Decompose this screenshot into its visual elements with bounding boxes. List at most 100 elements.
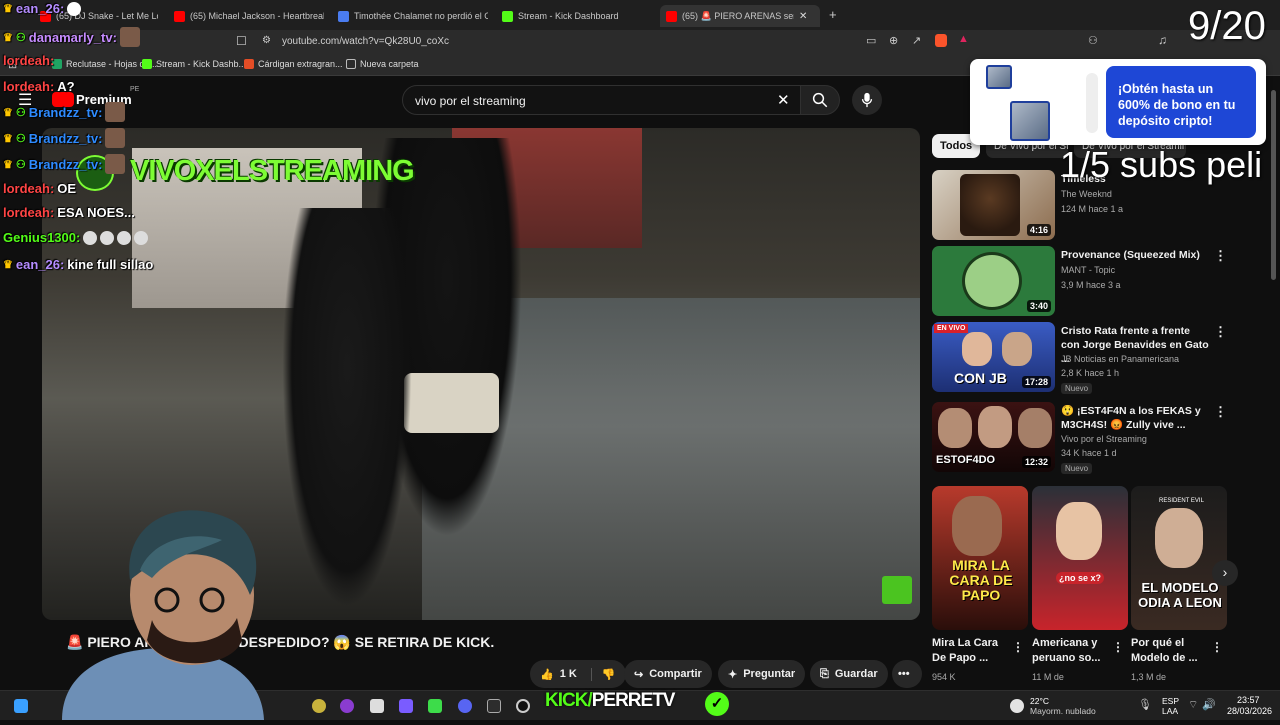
thumbnail[interactable]: 4:16: [932, 170, 1055, 240]
more-options-icon[interactable]: ⋮: [1012, 640, 1024, 654]
rec-meta: 124 M hace 1 a: [1061, 204, 1124, 214]
share-button[interactable]: ↪ Compartir: [624, 660, 712, 688]
rec-channel[interactable]: JB Noticias en Panamericana: [1061, 354, 1179, 364]
short-overlay-text: MIRA LA CARA DE PAPO: [949, 557, 1013, 603]
thumbs-down-icon[interactable]: 👎: [590, 667, 616, 681]
clear-search-icon[interactable]: ✕: [777, 91, 790, 109]
ask-button[interactable]: ✦ Preguntar: [718, 660, 806, 688]
rec-channel[interactable]: Vivo por el Streaming: [1061, 434, 1147, 444]
bookmark-label: Nueva carpeta: [360, 59, 419, 69]
rec-channel[interactable]: The Weeknd: [1061, 189, 1112, 199]
short-game-logo: RESIDENT EVIL: [1159, 498, 1204, 504]
voice-search-button[interactable]: [852, 85, 882, 115]
short-thumbnail[interactable]: RESIDENT EVIL EL MODELO ODIA A LEON: [1131, 486, 1227, 630]
mic-tray-icon[interactable]: 🎙: [1138, 698, 1152, 711]
obs-icon[interactable]: [516, 699, 530, 713]
brave-shield-icon[interactable]: [935, 34, 947, 47]
app-icon[interactable]: [312, 699, 326, 713]
short-thumbnail[interactable]: MIRA LA CARA DE PAPO: [932, 486, 1028, 630]
bookmark-icon[interactable]: ☐: [236, 34, 247, 48]
browser-tab-active[interactable]: (65) 🚨 PIERO ARENAS será ¿DE... ✕: [660, 5, 820, 27]
new-tab-button[interactable]: +: [829, 7, 837, 22]
short-overlay-text: EL MODELO ODIA A LEON: [1138, 580, 1222, 610]
more-options-icon[interactable]: ⋮: [1214, 404, 1227, 420]
scrollbar[interactable]: [1271, 90, 1276, 280]
site-info-icon[interactable]: ⚙: [262, 35, 271, 46]
rec-title[interactable]: Provenance (Squeezed Mix): [1061, 248, 1211, 262]
shorts-next-button[interactable]: ›: [1212, 560, 1238, 586]
short-item[interactable]: RESIDENT EVIL EL MODELO ODIA A LEON Por …: [1131, 486, 1227, 682]
app-icon[interactable]: [399, 699, 413, 713]
recommendation-item[interactable]: 3:40 Provenance (Squeezed Mix) MANT - To…: [932, 246, 1232, 318]
thumbnail[interactable]: EN VIVO CON JB 17:28: [932, 322, 1055, 392]
weather-icon: [1010, 699, 1024, 713]
share-label: Compartir: [649, 668, 702, 680]
more-actions-button[interactable]: •••: [892, 660, 922, 688]
short-title[interactable]: Mira La Cara De Papo ...: [932, 636, 1012, 666]
app-icon[interactable]: [370, 699, 384, 713]
windows-start-icon[interactable]: [14, 699, 28, 713]
rec-meta: 34 K hace 1 d: [1061, 448, 1117, 458]
chat-line: ♛ ⚇ Brandzz_tv:: [3, 128, 126, 148]
short-thumbnail[interactable]: ¿no se x?: [1032, 486, 1128, 630]
verified-check-icon: ✓: [705, 692, 729, 716]
emote-icon: [119, 27, 140, 47]
more-options-icon[interactable]: ⋮: [1214, 248, 1227, 264]
browser-tab[interactable]: Stream - Kick Dashboard: [502, 5, 652, 27]
chat-username: lordeah:: [3, 53, 55, 68]
rewards-icon[interactable]: ▲: [958, 33, 969, 45]
emote-icon: [83, 230, 98, 245]
crown-icon: ♛: [3, 158, 13, 171]
rec-meta: 2,8 K hace 1 h: [1061, 368, 1120, 378]
more-options-icon[interactable]: ⋮: [1112, 640, 1124, 654]
weather-temp: 22°C: [1030, 696, 1049, 706]
more-options-icon[interactable]: ⋮: [1214, 324, 1227, 340]
like-button[interactable]: 👍 1 K 👎: [530, 660, 626, 688]
bookmark-item[interactable]: Cárdigan extragran...: [244, 59, 343, 69]
chat-username: Genius1300:: [3, 230, 81, 245]
chat-username: lordeah:: [3, 181, 55, 196]
browser-tab[interactable]: Timothée Chalamet no perdió el Osc...: [338, 5, 488, 27]
recommendation-item[interactable]: ESTOF4DO 12:32 😲 ¡EST4F4N a los FEKAS y …: [932, 402, 1232, 474]
more-options-icon[interactable]: ⋮: [1211, 640, 1223, 654]
app-icon[interactable]: [487, 699, 501, 713]
wifi-icon[interactable]: ⌔: [1188, 698, 1198, 712]
chat-line: lordeah: ESA NOES...: [3, 205, 135, 220]
short-views: 954 K: [932, 672, 956, 682]
clock-time[interactable]: 23:57: [1237, 695, 1260, 705]
ask-label: Preguntar: [743, 668, 796, 680]
thumbnail[interactable]: ESTOF4DO 12:32: [932, 402, 1055, 472]
short-item[interactable]: MIRA LA CARA DE PAPO Mira La Cara De Pap…: [932, 486, 1028, 682]
search-query: vivo por el streaming: [415, 94, 526, 108]
search-button[interactable]: [800, 85, 840, 115]
url-field[interactable]: youtube.com/watch?v=Qk28U0_coXc: [282, 36, 449, 47]
zoom-icon[interactable]: ⊕: [889, 34, 898, 47]
close-tab-icon[interactable]: ✕: [799, 11, 807, 22]
chat-username: Brandzz_tv:: [28, 156, 103, 172]
rec-channel[interactable]: MANT - Topic: [1061, 265, 1115, 275]
screen-icon[interactable]: ▭: [866, 34, 876, 47]
media-icon[interactable]: ♫: [1158, 33, 1167, 47]
search-input[interactable]: vivo por el streaming ✕: [402, 85, 802, 115]
input-layout[interactable]: LAA: [1162, 706, 1178, 716]
share-icon[interactable]: ↗: [912, 34, 921, 47]
short-title[interactable]: Por qué el Modelo de ...: [1131, 636, 1211, 666]
app-icon[interactable]: [428, 699, 442, 713]
clock-date[interactable]: 28/03/2026: [1227, 706, 1272, 716]
thumb-text: ESTOF4DO: [936, 454, 996, 466]
thumb-face: [1056, 502, 1102, 560]
rec-title[interactable]: 😲 ¡EST4F4N a los FEKAS y M3CH4S! 😡 Zully…: [1061, 404, 1211, 432]
save-button[interactable]: ⎘ Guardar: [810, 660, 888, 688]
extensions-icon[interactable]: ⚇: [1088, 34, 1098, 47]
crown-icon: ♛: [3, 259, 13, 271]
input-language[interactable]: ESP: [1162, 696, 1179, 706]
short-title[interactable]: Americana y peruano so...: [1032, 636, 1112, 666]
channel-corner-logo-icon[interactable]: [882, 576, 912, 604]
volume-icon[interactable]: 🔊: [1202, 698, 1216, 711]
thumbnail[interactable]: 3:40: [932, 246, 1055, 316]
bookmark-item[interactable]: Nueva carpeta: [346, 59, 419, 69]
recommendation-item[interactable]: EN VIVO CON JB 17:28 Cristo Rata frente …: [932, 322, 1232, 394]
app-icon[interactable]: [340, 699, 354, 713]
discord-icon[interactable]: [458, 699, 472, 713]
short-item[interactable]: ¿no se x? Americana y peruano so... 11 M…: [1032, 486, 1128, 682]
